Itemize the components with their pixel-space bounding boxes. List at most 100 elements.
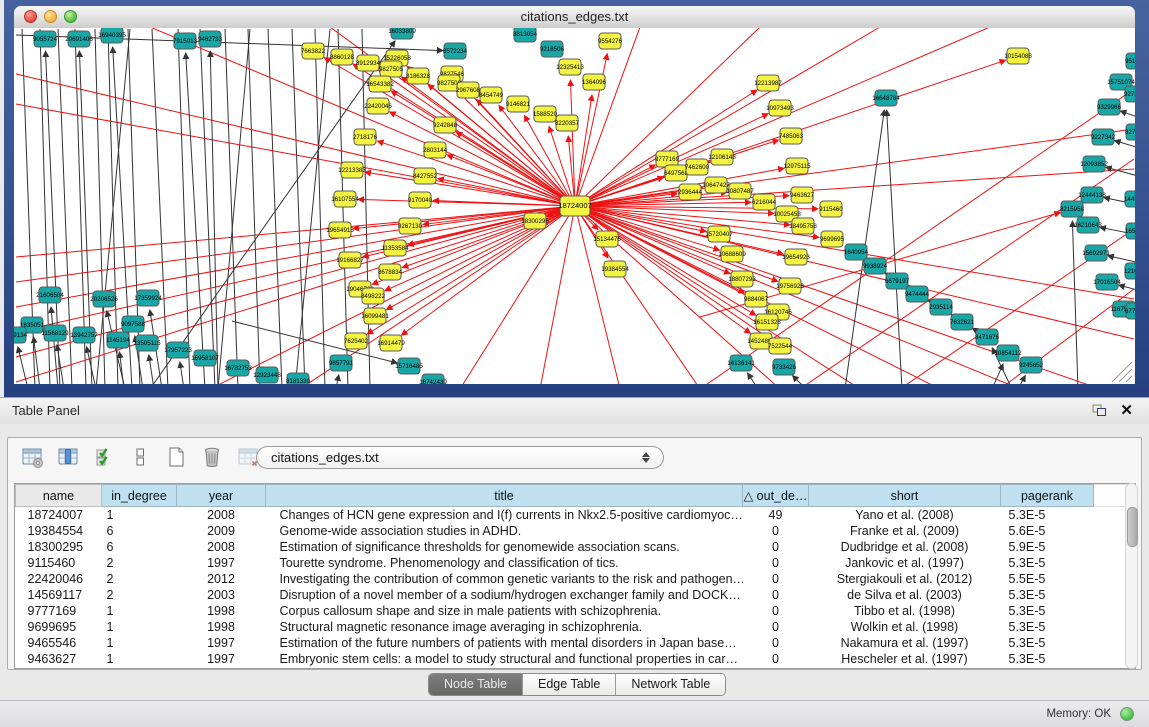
graph-node-9242848[interactable]: 9242848 bbox=[433, 117, 458, 133]
graph-node-1210365[interactable]: 1210365 bbox=[1124, 263, 1135, 279]
graph-node-10854112[interactable]: 10854112 bbox=[994, 345, 1022, 361]
table-row[interactable]: 1456911722003Disruption of a novel membe… bbox=[16, 587, 1137, 603]
graph-node-2803144[interactable]: 2803144 bbox=[423, 142, 448, 158]
table-row[interactable]: 911546021997Tourette syndrome. Phenomeno… bbox=[16, 555, 1137, 571]
graph-node-9115460[interactable]: 9115460 bbox=[819, 201, 843, 217]
column-header-short[interactable]: short bbox=[809, 485, 1001, 507]
column-header-year[interactable]: year bbox=[177, 485, 266, 507]
graph-node-8860128[interactable]: 8860128 bbox=[330, 49, 355, 65]
graph-node-17016504[interactable]: 17016504 bbox=[1093, 274, 1121, 290]
canvas-resize-grip-icon[interactable] bbox=[1112, 362, 1132, 382]
graph-node-19384554[interactable]: 19384554 bbox=[601, 261, 629, 277]
graph-node-18300295[interactable]: 18300295 bbox=[521, 213, 549, 229]
table-options-icon[interactable] bbox=[18, 443, 46, 471]
minimize-window-button[interactable] bbox=[44, 10, 57, 23]
graph-node-9827505[interactable]: 9827505 bbox=[379, 61, 404, 77]
column-edit-icon[interactable] bbox=[54, 443, 82, 471]
tab-network-table[interactable]: Network Table bbox=[616, 674, 725, 695]
graph-node-8186328[interactable]: 8186328 bbox=[406, 68, 431, 84]
graph-node-12213987[interactable]: 12213987 bbox=[754, 75, 782, 91]
graph-node-2935114[interactable]: 2935114 bbox=[929, 299, 953, 315]
graph-node-12106148[interactable]: 12106148 bbox=[708, 149, 736, 165]
graph-node-16940395[interactable]: 16940395 bbox=[98, 28, 126, 43]
close-window-button[interactable] bbox=[24, 10, 37, 23]
graph-node-18724007[interactable]: 18724007 bbox=[558, 196, 591, 216]
network-canvas[interactable]: 7663822886012889129341522605898275058186… bbox=[14, 28, 1135, 384]
graph-node-1145194[interactable]: 1145194 bbox=[106, 332, 130, 348]
graph-node-9463627[interactable]: 9463627 bbox=[790, 187, 815, 203]
tab-node-table[interactable]: Node Table bbox=[429, 674, 523, 695]
graph-node-16914479[interactable]: 16914479 bbox=[377, 335, 405, 351]
graph-node-1640954[interactable]: 1640954 bbox=[844, 244, 869, 260]
graph-node-8912934[interactable]: 8912934 bbox=[356, 55, 381, 71]
graph-node-15692971[interactable]: 15692971 bbox=[1082, 245, 1110, 261]
graph-node-9273412[interactable]: 9273412 bbox=[1124, 86, 1135, 102]
graph-node-12213383[interactable]: 12213383 bbox=[338, 162, 366, 178]
graph-node-12923448[interactable]: 12923448 bbox=[253, 367, 281, 383]
graph-node-1443521[interactable]: 1443521 bbox=[1124, 191, 1135, 207]
column-header-out_de[interactable]: △ out_de… bbox=[743, 485, 809, 507]
float-panel-icon[interactable] bbox=[1092, 404, 1107, 417]
table-row[interactable]: 1830029562008Estimation of significance … bbox=[16, 539, 1137, 555]
graph-node-16107554[interactable]: 16107554 bbox=[331, 191, 359, 207]
graph-node-2967608[interactable]: 2967608 bbox=[456, 82, 481, 98]
graph-node-9218506[interactable]: 9218506 bbox=[540, 41, 565, 57]
graph-node-19654923[interactable]: 19654923 bbox=[782, 249, 810, 265]
graph-node-18807293[interactable]: 18807293 bbox=[728, 271, 756, 287]
graph-node-9554276[interactable]: 9554276 bbox=[598, 33, 623, 49]
graph-node-12325413[interactable]: 12325413 bbox=[556, 59, 584, 75]
graph-node-9512346[interactable]: 9512346 bbox=[1125, 53, 1135, 69]
graph-node-12975115[interactable]: 12975115 bbox=[783, 158, 811, 174]
table-selector-dropdown[interactable]: citations_edges.txt bbox=[256, 446, 664, 469]
graph-node-7625402[interactable]: 7625402 bbox=[344, 333, 369, 349]
graph-node-6679197[interactable]: 6679197 bbox=[885, 273, 910, 289]
graph-node-13942757[interactable]: 13942757 bbox=[70, 327, 98, 343]
graph-node-7663822[interactable]: 7663822 bbox=[301, 43, 326, 59]
graph-node-7485063[interactable]: 7485063 bbox=[779, 128, 804, 144]
graph-node-9055724[interactable]: 9055724 bbox=[33, 31, 58, 47]
graph-node-12444138[interactable]: 12444138 bbox=[1078, 187, 1106, 203]
graph-node-7522544[interactable]: 7522544 bbox=[768, 338, 793, 354]
graph-node-7462600[interactable]: 7462600 bbox=[685, 159, 710, 175]
graph-node-20206526[interactable]: 20206526 bbox=[90, 291, 118, 307]
graph-node-8220357[interactable]: 8220357 bbox=[555, 115, 580, 131]
graph-node-8678834[interactable]: 8678834 bbox=[378, 264, 403, 280]
graph-node-15716485[interactable]: 15716485 bbox=[395, 358, 423, 374]
graph-node-9170040[interactable]: 9170040 bbox=[408, 192, 433, 208]
graph-node-9699695[interactable]: 9699695 bbox=[820, 231, 845, 247]
graph-node-11353584[interactable]: 11353584 bbox=[381, 240, 409, 256]
graph-node-6773301[interactable]: 6773301 bbox=[1125, 303, 1135, 319]
graph-node-16782753[interactable]: 16782753 bbox=[224, 360, 252, 376]
graph-node-8572234[interactable]: 8572234 bbox=[443, 43, 468, 59]
graph-node-9884067[interactable]: 9884067 bbox=[744, 291, 769, 307]
zoom-window-button[interactable] bbox=[64, 10, 77, 23]
graph-node-11568129[interactable]: 11568129 bbox=[41, 325, 69, 341]
graph-node-16151328[interactable]: 16151328 bbox=[753, 314, 781, 330]
graph-node-10973493[interactable]: 10973493 bbox=[766, 100, 794, 116]
graph-node-16099481[interactable]: 16099481 bbox=[361, 308, 389, 324]
graph-node-16742439[interactable]: 16742439 bbox=[419, 374, 447, 384]
network-window-titlebar[interactable]: citations_edges.txt bbox=[14, 6, 1135, 29]
graph-node-10154088[interactable]: 10154088 bbox=[1004, 48, 1032, 64]
table-row[interactable]: 946554611997Estimation of the future num… bbox=[16, 635, 1137, 651]
graph-node-17957223[interactable]: 17957223 bbox=[164, 342, 192, 358]
table-scrollbar-thumb[interactable] bbox=[1127, 507, 1138, 547]
graph-node-12093852[interactable]: 12093852 bbox=[1080, 156, 1108, 172]
graph-node-8273403[interactable]: 8273403 bbox=[1125, 124, 1135, 140]
graph-node-9227342[interactable]: 9227342 bbox=[1091, 129, 1116, 145]
select-rows-icon[interactable] bbox=[90, 443, 118, 471]
table-row[interactable]: 969969511998Structural magnetic resonanc… bbox=[16, 619, 1137, 635]
graph-node-8813054[interactable]: 8813054 bbox=[513, 28, 538, 42]
graph-node-8181330[interactable]: 8181330 bbox=[286, 373, 311, 384]
graph-node-16543382[interactable]: 16543382 bbox=[366, 76, 394, 92]
graph-node-8215958[interactable]: 8215958 bbox=[1060, 201, 1085, 217]
graph-node-9733426[interactable]: 9733426 bbox=[772, 359, 797, 375]
close-panel-icon[interactable]: ✕ bbox=[1120, 401, 1133, 419]
graph-node-8471676[interactable]: 8471676 bbox=[975, 329, 1000, 345]
graph-node-9097588[interactable]: 9097588 bbox=[121, 316, 146, 332]
graph-node-9474444[interactable]: 9474444 bbox=[905, 286, 930, 302]
graph-node-20691406[interactable]: 20691406 bbox=[65, 31, 93, 47]
graph-node-13505115[interactable]: 13505115 bbox=[133, 335, 161, 351]
graph-node-2718176[interactable]: 2718176 bbox=[353, 129, 378, 145]
column-header-title[interactable]: title bbox=[266, 485, 743, 507]
